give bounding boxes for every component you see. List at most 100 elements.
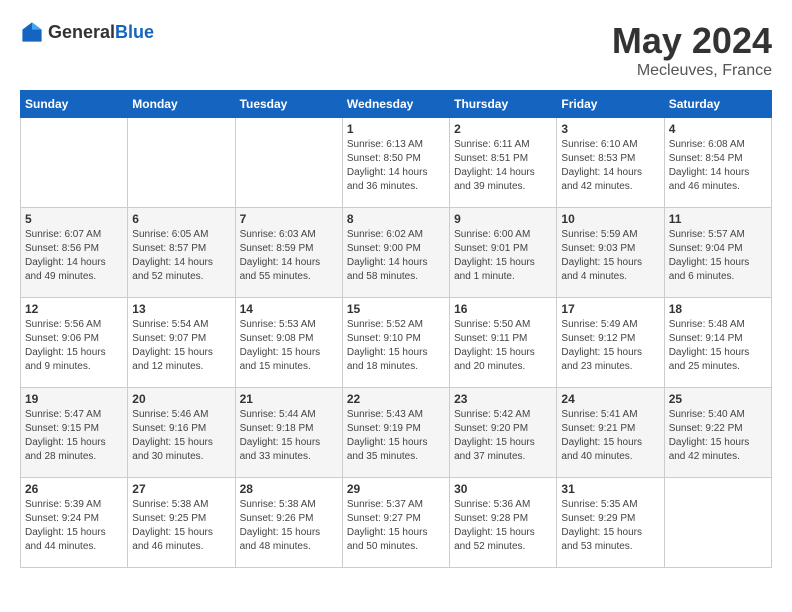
day-number: 31 — [561, 482, 659, 496]
day-number: 9 — [454, 212, 552, 226]
day-info: Sunrise: 6:11 AM Sunset: 8:51 PM Dayligh… — [454, 138, 552, 194]
calendar-cell: 1 Sunrise: 6:13 AM Sunset: 8:50 PM Daylig… — [342, 118, 449, 208]
day-number: 19 — [25, 392, 123, 406]
weekday-header-tuesday: Tuesday — [235, 91, 342, 118]
calendar-cell — [235, 118, 342, 208]
calendar-cell — [21, 118, 128, 208]
calendar-body: 1 Sunrise: 6:13 AM Sunset: 8:50 PM Daylig… — [21, 118, 772, 568]
calendar-cell: 26Sunrise: 5:39 AM Sunset: 9:24 PM Dayli… — [21, 478, 128, 568]
day-number: 14 — [240, 302, 338, 316]
logo-text: GeneralBlue — [48, 22, 154, 43]
day-info: Sunrise: 5:37 AM Sunset: 9:27 PM Dayligh… — [347, 498, 445, 554]
calendar-table: SundayMondayTuesdayWednesdayThursdayFrid… — [20, 90, 772, 568]
day-info: Sunrise: 5:49 AM Sunset: 9:12 PM Dayligh… — [561, 318, 659, 374]
calendar-cell: 13 Sunrise: 5:54 AM Sunset: 9:07 PM Dayli… — [128, 298, 235, 388]
day-info: Sunrise: 5:42 AM Sunset: 9:20 PM Dayligh… — [454, 408, 552, 464]
day-info: Sunrise: 5:40 AM Sunset: 9:22 PM Dayligh… — [669, 408, 767, 464]
calendar-cell: 20 Sunrise: 5:46 AM Sunset: 9:16 PM Dayli… — [128, 388, 235, 478]
weekday-header-saturday: Saturday — [664, 91, 771, 118]
calendar-cell: 30 Sunrise: 5:36 AM Sunset: 9:28 PM Dayli… — [450, 478, 557, 568]
day-number: 29 — [347, 482, 445, 496]
day-info: Sunrise: 6:00 AM Sunset: 9:01 PM Dayligh… — [454, 228, 552, 284]
day-number: 12 — [25, 302, 123, 316]
calendar-cell: 7 Sunrise: 6:03 AM Sunset: 8:59 PM Daylig… — [235, 208, 342, 298]
day-info: Sunrise: 5:53 AM Sunset: 9:08 PM Dayligh… — [240, 318, 338, 374]
calendar-cell: 3Sunrise: 6:10 AM Sunset: 8:53 PM Daylig… — [557, 118, 664, 208]
calendar-cell — [128, 118, 235, 208]
month-title: May 2024 — [612, 20, 772, 62]
day-number: 26 — [25, 482, 123, 496]
calendar-cell: 25Sunrise: 5:40 AM Sunset: 9:22 PM Dayli… — [664, 388, 771, 478]
calendar-cell: 12 Sunrise: 5:56 AM Sunset: 9:06 PM Dayli… — [21, 298, 128, 388]
calendar-cell: 17Sunrise: 5:49 AM Sunset: 9:12 PM Dayli… — [557, 298, 664, 388]
day-info: Sunrise: 6:08 AM Sunset: 8:54 PM Dayligh… — [669, 138, 767, 194]
day-info: Sunrise: 6:03 AM Sunset: 8:59 PM Dayligh… — [240, 228, 338, 284]
weekday-header-row: SundayMondayTuesdayWednesdayThursdayFrid… — [21, 91, 772, 118]
day-number: 22 — [347, 392, 445, 406]
calendar-cell: 22 Sunrise: 5:43 AM Sunset: 9:19 PM Dayli… — [342, 388, 449, 478]
calendar-cell: 5Sunrise: 6:07 AM Sunset: 8:56 PM Daylig… — [21, 208, 128, 298]
day-info: Sunrise: 6:13 AM Sunset: 8:50 PM Dayligh… — [347, 138, 445, 194]
day-info: Sunrise: 5:59 AM Sunset: 9:03 PM Dayligh… — [561, 228, 659, 284]
location-title: Mecleuves, France — [612, 62, 772, 80]
day-info: Sunrise: 5:56 AM Sunset: 9:06 PM Dayligh… — [25, 318, 123, 374]
calendar-cell: 19 Sunrise: 5:47 AM Sunset: 9:15 PM Dayli… — [21, 388, 128, 478]
calendar-cell: 29 Sunrise: 5:37 AM Sunset: 9:27 PM Dayli… — [342, 478, 449, 568]
calendar-cell: 8 Sunrise: 6:02 AM Sunset: 9:00 PM Daylig… — [342, 208, 449, 298]
day-number: 13 — [132, 302, 230, 316]
day-info: Sunrise: 5:57 AM Sunset: 9:04 PM Dayligh… — [669, 228, 767, 284]
day-info: Sunrise: 5:47 AM Sunset: 9:15 PM Dayligh… — [25, 408, 123, 464]
day-number: 11 — [669, 212, 767, 226]
day-info: Sunrise: 5:48 AM Sunset: 9:14 PM Dayligh… — [669, 318, 767, 374]
day-info: Sunrise: 5:43 AM Sunset: 9:19 PM Dayligh… — [347, 408, 445, 464]
day-info: Sunrise: 5:44 AM Sunset: 9:18 PM Dayligh… — [240, 408, 338, 464]
day-info: Sunrise: 5:46 AM Sunset: 9:16 PM Dayligh… — [132, 408, 230, 464]
calendar-cell: 27Sunrise: 5:38 AM Sunset: 9:25 PM Dayli… — [128, 478, 235, 568]
day-info: Sunrise: 6:02 AM Sunset: 9:00 PM Dayligh… — [347, 228, 445, 284]
calendar-cell: 28Sunrise: 5:38 AM Sunset: 9:26 PM Dayli… — [235, 478, 342, 568]
calendar-cell: 4Sunrise: 6:08 AM Sunset: 8:54 PM Daylig… — [664, 118, 771, 208]
weekday-header-sunday: Sunday — [21, 91, 128, 118]
calendar-cell — [664, 478, 771, 568]
logo-icon — [20, 20, 44, 44]
day-info: Sunrise: 6:10 AM Sunset: 8:53 PM Dayligh… — [561, 138, 659, 194]
calendar-cell: 6Sunrise: 6:05 AM Sunset: 8:57 PM Daylig… — [128, 208, 235, 298]
day-number: 30 — [454, 482, 552, 496]
calendar-week-row: 26Sunrise: 5:39 AM Sunset: 9:24 PM Dayli… — [21, 478, 772, 568]
day-number: 1 — [347, 122, 445, 136]
calendar-cell: 2 Sunrise: 6:11 AM Sunset: 8:51 PM Daylig… — [450, 118, 557, 208]
day-info: Sunrise: 5:36 AM Sunset: 9:28 PM Dayligh… — [454, 498, 552, 554]
calendar-cell: 10 Sunrise: 5:59 AM Sunset: 9:03 PM Dayli… — [557, 208, 664, 298]
day-number: 16 — [454, 302, 552, 316]
calendar-cell: 16 Sunrise: 5:50 AM Sunset: 9:11 PM Dayli… — [450, 298, 557, 388]
day-info: Sunrise: 5:54 AM Sunset: 9:07 PM Dayligh… — [132, 318, 230, 374]
day-number: 21 — [240, 392, 338, 406]
calendar-cell: 9 Sunrise: 6:00 AM Sunset: 9:01 PM Daylig… — [450, 208, 557, 298]
day-number: 2 — [454, 122, 552, 136]
weekday-header-thursday: Thursday — [450, 91, 557, 118]
day-number: 10 — [561, 212, 659, 226]
weekday-header-wednesday: Wednesday — [342, 91, 449, 118]
header: GeneralBlue May 2024 Mecleuves, France — [20, 20, 772, 80]
calendar-cell: 15Sunrise: 5:52 AM Sunset: 9:10 PM Dayli… — [342, 298, 449, 388]
day-info: Sunrise: 5:50 AM Sunset: 9:11 PM Dayligh… — [454, 318, 552, 374]
day-info: Sunrise: 5:41 AM Sunset: 9:21 PM Dayligh… — [561, 408, 659, 464]
day-number: 8 — [347, 212, 445, 226]
title-area: May 2024 Mecleuves, France — [612, 20, 772, 80]
day-number: 7 — [240, 212, 338, 226]
calendar-week-row: 1 Sunrise: 6:13 AM Sunset: 8:50 PM Daylig… — [21, 118, 772, 208]
weekday-header-friday: Friday — [557, 91, 664, 118]
calendar-cell: 11 Sunrise: 5:57 AM Sunset: 9:04 PM Dayli… — [664, 208, 771, 298]
day-number: 20 — [132, 392, 230, 406]
day-number: 24 — [561, 392, 659, 406]
day-number: 28 — [240, 482, 338, 496]
day-info: Sunrise: 5:35 AM Sunset: 9:29 PM Dayligh… — [561, 498, 659, 554]
logo: GeneralBlue — [20, 20, 154, 44]
day-number: 5 — [25, 212, 123, 226]
day-number: 15 — [347, 302, 445, 316]
calendar-cell: 31 Sunrise: 5:35 AM Sunset: 9:29 PM Dayli… — [557, 478, 664, 568]
day-number: 6 — [132, 212, 230, 226]
calendar-header: SundayMondayTuesdayWednesdayThursdayFrid… — [21, 91, 772, 118]
calendar-cell: 24 Sunrise: 5:41 AM Sunset: 9:21 PM Dayli… — [557, 388, 664, 478]
calendar-week-row: 12 Sunrise: 5:56 AM Sunset: 9:06 PM Dayli… — [21, 298, 772, 388]
